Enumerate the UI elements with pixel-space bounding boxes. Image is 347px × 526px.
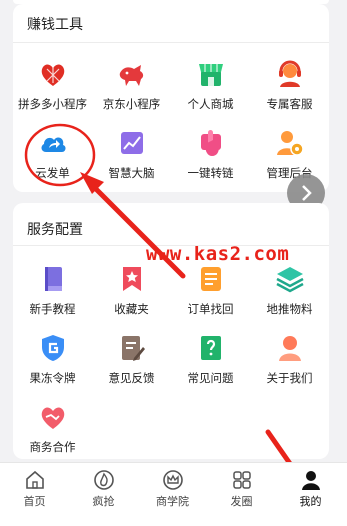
tab-rush-label: 疯抢 xyxy=(92,495,115,508)
tab-mine-label: 我的 xyxy=(299,495,322,508)
flame-icon xyxy=(93,470,114,490)
tab-home[interactable]: 首页 xyxy=(0,463,69,515)
person-icon xyxy=(301,471,320,490)
tab-rush[interactable]: 疯抢 xyxy=(69,463,138,515)
home-icon xyxy=(25,470,44,489)
tab-home-label: 首页 xyxy=(23,495,46,508)
watermark-text: www.kas2.com xyxy=(146,243,290,265)
grid-icon xyxy=(232,471,251,489)
tab-academy-label: 商学院 xyxy=(156,495,189,508)
tab-moments[interactable]: 发圈 xyxy=(207,463,276,515)
tab-mine[interactable]: 我的 xyxy=(276,463,345,515)
crown-icon xyxy=(162,470,183,490)
bottom-strip xyxy=(0,514,347,526)
bottom-tabbar: 首页 疯抢 商学院 发圈 我的 xyxy=(0,462,347,515)
tab-moments-label: 发圈 xyxy=(230,495,253,508)
tab-academy[interactable]: 商学院 xyxy=(138,463,207,515)
